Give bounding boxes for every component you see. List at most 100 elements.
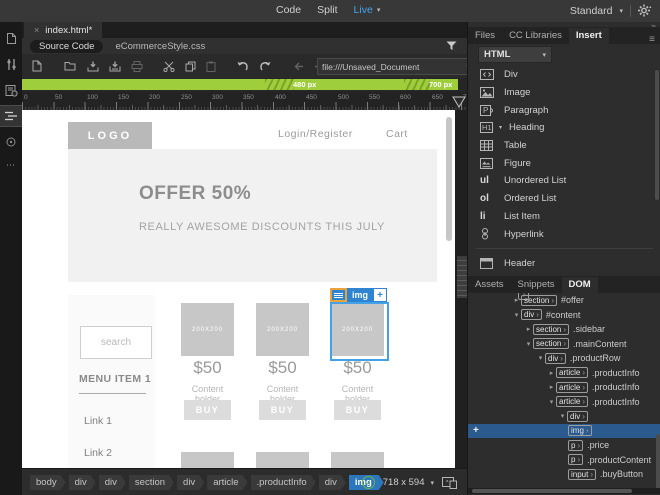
insert-item-div[interactable]: Div (468, 66, 660, 84)
insert-item-list-item[interactable]: li List Item (468, 208, 660, 226)
expander-icon[interactable]: ▸ (512, 296, 521, 304)
dom-panel-horizontal-scrollbar[interactable] (468, 488, 660, 494)
copy-icon[interactable] (185, 61, 196, 72)
search-input[interactable]: search (80, 326, 152, 359)
dom-node-productinfo[interactable]: ▸ article .productInfo (468, 366, 660, 381)
site-logo[interactable]: LOGO (68, 122, 152, 149)
print-icon[interactable] (131, 60, 143, 72)
tab-insert[interactable]: Insert (568, 28, 609, 44)
workspace-switcher[interactable]: Standard (570, 5, 613, 17)
insert-item-hyperlink[interactable]: Hyperlink (468, 225, 660, 243)
panel-menu-icon[interactable]: ≡ (649, 34, 655, 45)
element-add-icon[interactable]: + (373, 288, 387, 302)
save-all-icon[interactable] (109, 61, 121, 72)
redo-icon[interactable] (259, 61, 272, 71)
live-view-dropdown-icon[interactable]: ▾ (377, 6, 381, 14)
product-image[interactable] (256, 452, 309, 468)
crumb-body[interactable]: body (30, 475, 66, 490)
insert-item-header[interactable]: Header (468, 255, 660, 273)
files-panel-icon[interactable] (0, 28, 22, 48)
tab-files[interactable]: Files (468, 28, 502, 44)
insert-panel-scrollbar[interactable] (655, 70, 659, 200)
close-tab-icon[interactable]: × (34, 25, 39, 35)
dom-panel-vertical-scrollbar[interactable] (656, 434, 660, 489)
crumb-div[interactable]: div (177, 475, 204, 490)
insert-item-heading[interactable]: H1 ▾ Heading (468, 119, 660, 137)
open-file-icon[interactable] (64, 61, 77, 71)
product-image[interactable]: 200X200 (181, 303, 234, 356)
element-tag-label[interactable]: img (347, 288, 373, 302)
product-price[interactable]: $50 (256, 358, 309, 378)
dom-node-img-selected[interactable]: + img (468, 423, 660, 438)
live-view-button[interactable]: Live (354, 4, 373, 16)
buy-button[interactable]: BUY (334, 400, 381, 420)
document-url-field[interactable]: file:///Unsaved_Document ▾ (317, 58, 475, 75)
cart-link[interactable]: Cart (386, 128, 408, 140)
expander-icon[interactable]: ▸ (547, 369, 556, 377)
crumb-productinfo[interactable]: .productInfo (251, 475, 316, 490)
crumb-article[interactable]: article (207, 475, 247, 490)
dom-node-div[interactable]: ▾ div (468, 409, 660, 424)
insert-item-image[interactable]: Image (468, 84, 660, 102)
cut-icon[interactable] (163, 61, 175, 72)
buy-button[interactable]: BUY (184, 400, 231, 420)
dom-node-content[interactable]: ▾ div #content (468, 308, 660, 323)
dom-node-maincontent[interactable]: ▾ section .mainContent (468, 337, 660, 352)
document-tab[interactable]: × index.html* (24, 22, 103, 38)
insert-item-paragraph[interactable]: P Paragraph (468, 101, 660, 119)
crumb-div[interactable]: div (99, 475, 126, 490)
insert-item-unordered-list[interactable]: ul Unordered List (468, 172, 660, 190)
sidebar-link-2[interactable]: Link 2 (84, 447, 112, 459)
back-icon[interactable] (294, 62, 304, 71)
css-designer-panel-icon[interactable] (0, 80, 22, 100)
new-document-icon[interactable] (32, 60, 42, 72)
crumb-section[interactable]: section (129, 475, 174, 490)
sidebar-link-1[interactable]: Link 1 (84, 415, 112, 427)
live-view-canvas[interactable]: LOGO Login/Register Cart OFFER 50% REALL… (22, 110, 455, 468)
sync-settings-icon[interactable] (638, 4, 652, 17)
lint-ok-icon[interactable]: ✓ (361, 476, 375, 489)
product-image[interactable] (181, 452, 234, 468)
expander-icon[interactable]: ▸ (547, 383, 556, 391)
dom-node-buybutton[interactable]: input .buyButton (468, 467, 660, 482)
tab-dom[interactable]: DOM (561, 277, 598, 293)
dom-node-offer[interactable]: ▸ section #offer (468, 293, 660, 308)
canvas-vertical-scrollbar[interactable] (446, 117, 452, 241)
dom-node-productinfo[interactable]: ▾ article .productInfo (468, 395, 660, 410)
insert-item-table[interactable]: Table (468, 137, 660, 155)
paste-icon[interactable] (206, 61, 216, 72)
scrubber-handle-icon[interactable] (452, 96, 466, 108)
insert-item-figure[interactable]: Figure (468, 154, 660, 172)
offer-banner[interactable]: OFFER 50% REALLY AWESOME DISCOUNTS THIS … (68, 149, 437, 282)
device-preview-icon[interactable] (442, 476, 457, 489)
login-register-link[interactable]: Login/Register (278, 128, 353, 140)
product-image[interactable]: 200X200 (256, 303, 309, 356)
tab-cc-libraries[interactable]: CC Libraries (502, 28, 569, 44)
dom-node-productrow[interactable]: ▾ div .productRow (468, 351, 660, 366)
source-code-button[interactable]: Source Code (30, 39, 104, 53)
crumb-div[interactable]: div (319, 475, 346, 490)
related-stylesheet-button[interactable]: eCommerceStyle.css (115, 41, 205, 52)
dom-node-productinfo[interactable]: ▸ article .productInfo (468, 380, 660, 395)
expander-icon[interactable]: ▾ (536, 354, 545, 362)
media-query-bar[interactable]: 480 px 700 px (22, 79, 458, 90)
tab-assets[interactable]: Assets (468, 277, 511, 293)
insert-item-ordered-list[interactable]: ol Ordered List (468, 190, 660, 208)
more-panels-icon[interactable]: ⋯ (0, 160, 22, 171)
workspace-dropdown-icon[interactable]: ▾ (619, 7, 623, 15)
dom-add-element-icon[interactable]: + (473, 425, 479, 436)
element-hamburger-icon[interactable] (330, 288, 347, 302)
window-size-select[interactable]: 718 x 594 ▾ (383, 477, 434, 488)
dom-panel-icon[interactable] (0, 105, 23, 127)
save-icon[interactable] (87, 61, 99, 72)
crumb-div[interactable]: div (69, 475, 96, 490)
expander-icon[interactable]: ▾ (547, 398, 556, 406)
menu-item-heading[interactable]: MENU ITEM 1 (79, 373, 151, 385)
heading-dropdown-icon[interactable]: ▾ (499, 124, 502, 131)
dom-node-productcontent[interactable]: p .productContent (468, 453, 660, 468)
expander-icon[interactable]: ▾ (512, 311, 521, 319)
dom-node-sidebar[interactable]: ▸ section .sidebar (468, 322, 660, 337)
expander-icon[interactable]: ▾ (558, 412, 567, 420)
buy-button[interactable]: BUY (259, 400, 306, 420)
undo-icon[interactable] (236, 61, 249, 71)
